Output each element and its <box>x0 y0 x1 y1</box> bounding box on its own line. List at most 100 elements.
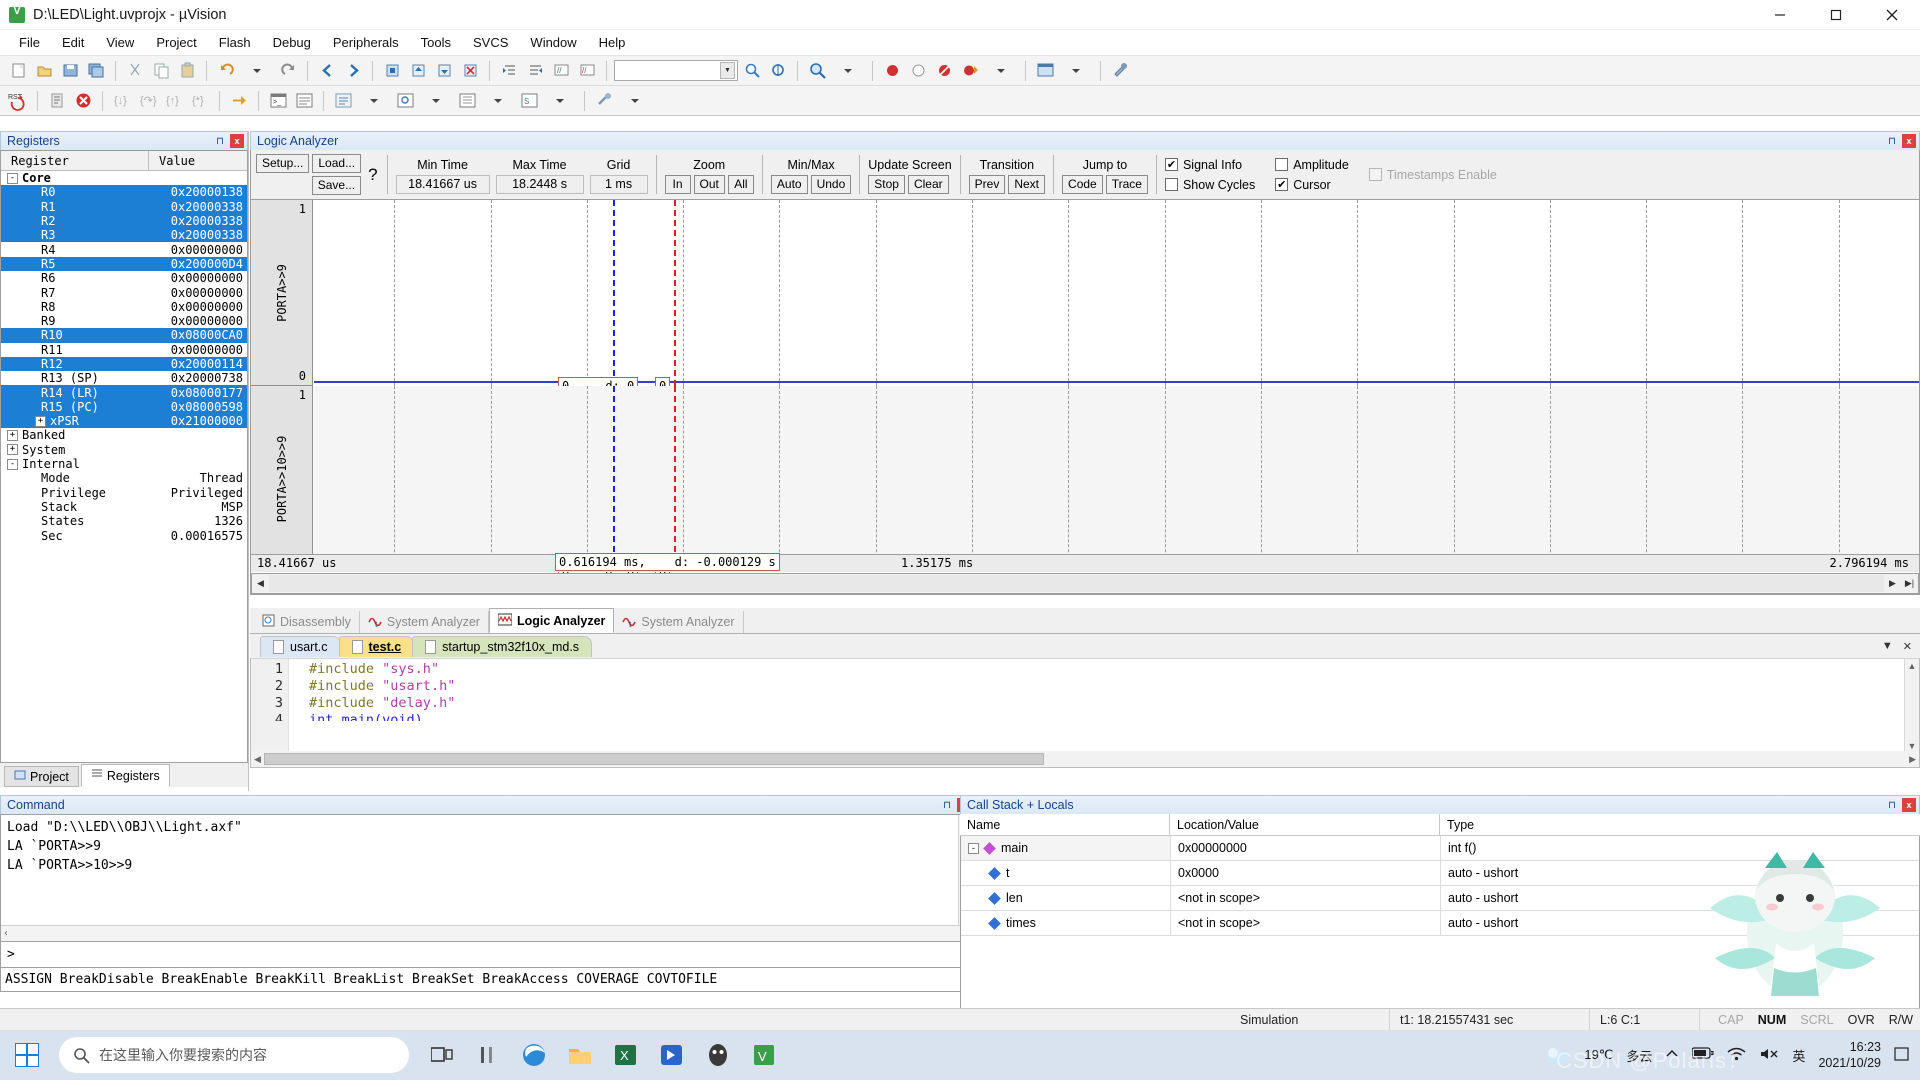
transition-prev-button[interactable]: Prev <box>968 175 1006 194</box>
find-combo[interactable]: ▼ <box>614 60 738 81</box>
save-button[interactable]: Save... <box>311 176 362 195</box>
scroll-down-icon[interactable]: ▼ <box>1905 741 1919 751</box>
editor-tab-startup-s[interactable]: startup_stm32f10x_md.s <box>412 635 593 657</box>
command-hscrollbar[interactable]: ‹ › <box>1 925 974 941</box>
register-row[interactable]: R6 0x00000000 <box>1 271 247 285</box>
analysis-dropdown-icon[interactable] <box>618 89 652 113</box>
keil-uvision-taskbar-icon[interactable]: V <box>747 1038 781 1072</box>
register-row[interactable]: R1 0x20000338 <box>1 199 247 214</box>
minmax-auto-button[interactable]: Auto <box>770 175 808 194</box>
step-over-icon[interactable]: {↷} <box>136 89 160 113</box>
cursor-blue-marker[interactable] <box>612 200 615 406</box>
register-row[interactable]: - Internal <box>1 457 247 471</box>
step-out-icon[interactable]: {↑} <box>162 89 186 113</box>
callstack-value-cell[interactable]: 0x0000 <box>1171 861 1441 885</box>
load-button[interactable]: Load... <box>312 154 362 173</box>
maximize-button[interactable] <box>1808 0 1864 30</box>
widgets-icon[interactable] <box>471 1038 505 1072</box>
menu-view[interactable]: View <box>95 32 145 53</box>
battery-icon[interactable] <box>1691 1047 1714 1063</box>
scroll-track[interactable] <box>269 575 1884 592</box>
show-next-statement-icon[interactable] <box>227 89 251 113</box>
symbols-dropdown-icon[interactable] <box>357 89 391 113</box>
register-row[interactable]: Sec 0.00016575 <box>1 528 247 543</box>
qq-icon[interactable] <box>701 1038 735 1072</box>
bookmark-prev-icon[interactable] <box>406 59 430 83</box>
register-row[interactable]: States 1326 <box>1 514 247 528</box>
paste-icon[interactable] <box>175 59 199 83</box>
excel-icon[interactable]: X <box>609 1038 643 1072</box>
taskbar-search-box[interactable]: 在这里输入你要搜索的内容 <box>59 1037 409 1073</box>
tab-registers[interactable]: Registers <box>80 764 170 787</box>
menu-peripherals[interactable]: Peripherals <box>322 32 410 53</box>
tab-list-chevron-icon[interactable]: ▼ <box>1882 640 1893 652</box>
wifi-icon[interactable] <box>1727 1047 1746 1064</box>
close-icon[interactable]: x <box>1902 134 1916 148</box>
tree-expander-icon[interactable]: - <box>7 458 18 470</box>
callstack-row[interactable]: - main 0x00000000 int f() <box>961 836 1919 861</box>
save-icon[interactable] <box>58 59 82 83</box>
pin-icon[interactable]: ⊓ <box>940 798 954 812</box>
callstack-value-cell[interactable]: 0x00000000 <box>1171 836 1441 860</box>
configure-icon[interactable] <box>1108 59 1132 83</box>
amplitude-checkbox[interactable]: Amplitude <box>1275 155 1349 175</box>
callstack-value-cell[interactable]: <not in scope> <box>1171 911 1441 935</box>
weather-icon[interactable] <box>1545 1044 1571 1067</box>
ime-indicator[interactable]: 英 <box>1792 1046 1805 1065</box>
taskbar-clock[interactable]: 16:23 2021/10/29 <box>1818 1039 1881 1071</box>
find-in-files-icon[interactable] <box>740 59 764 83</box>
tab-system-analyzer-2[interactable]: t System Analyzer <box>614 611 744 633</box>
pin-icon[interactable]: ⊓ <box>1885 798 1899 812</box>
register-row[interactable]: R2 0x20000338 <box>1 213 247 229</box>
register-row[interactable]: R11 0x00000000 <box>1 343 247 357</box>
register-row[interactable]: R14 (LR) 0x08000177 <box>1 385 247 400</box>
scroll-up-icon[interactable]: ▲ <box>1905 659 1919 671</box>
close-button[interactable] <box>1864 0 1920 30</box>
scroll-left-icon[interactable]: ◀ <box>252 575 269 592</box>
menu-svcs[interactable]: SVCS <box>462 32 519 53</box>
window-layout-dropdown-icon[interactable] <box>1059 59 1093 83</box>
file-explorer-icon[interactable] <box>563 1038 597 1072</box>
min-time-value[interactable]: 18.41667 us <box>395 175 490 194</box>
tray-expand-icon[interactable] <box>1665 1048 1679 1063</box>
zoom-out-button[interactable]: Out <box>693 175 725 194</box>
outdent-icon[interactable] <box>523 59 547 83</box>
analysis-tools-icon[interactable] <box>592 89 616 113</box>
breakpoint-dropdown-icon[interactable] <box>984 59 1018 83</box>
tree-expander-icon[interactable]: - <box>968 842 979 854</box>
menu-edit[interactable]: Edit <box>51 32 95 53</box>
waveform-track-porta9[interactable] <box>314 200 1919 406</box>
comment-icon[interactable]: // <box>549 59 573 83</box>
registers-tree[interactable]: Register Value - Core R0 0x20000138 R1 0x2000… <box>0 150 248 763</box>
save-all-icon[interactable] <box>84 59 108 83</box>
symbols-window-icon[interactable] <box>331 89 355 113</box>
menu-file[interactable]: File <box>8 32 51 53</box>
editor-tab-usart-c[interactable]: usart.c <box>260 635 341 657</box>
jump-trace-button[interactable]: Trace <box>1105 175 1148 194</box>
minimize-button[interactable] <box>1752 0 1808 30</box>
update-clear-button[interactable]: Clear <box>907 175 949 194</box>
signal-info-checkbox[interactable]: ✔ Signal Info <box>1164 155 1255 175</box>
volume-mute-icon[interactable] <box>1759 1047 1779 1064</box>
pin-icon[interactable]: ⊓ <box>213 134 227 148</box>
transition-next-button[interactable]: Next <box>1008 175 1046 194</box>
scroll-end-icon[interactable]: ▶| <box>1901 575 1918 592</box>
bookmark-next-icon[interactable] <box>432 59 456 83</box>
register-row[interactable]: Mode Thread <box>1 471 247 485</box>
callstack-row[interactable]: len <not in scope> auto - ushort <box>961 886 1919 911</box>
new-file-icon[interactable] <box>6 59 30 83</box>
register-row[interactable]: R3 0x20000338 <box>1 228 247 243</box>
register-row[interactable]: - Core <box>1 171 247 185</box>
tree-expander-icon[interactable]: + <box>35 415 46 427</box>
register-row[interactable]: R10 0x08000CA0 <box>1 328 247 343</box>
step-into-icon[interactable]: {↓} <box>110 89 134 113</box>
tab-project[interactable]: Project <box>4 766 79 787</box>
tree-expander-icon[interactable]: + <box>7 444 18 456</box>
watch-dropdown-icon[interactable] <box>419 89 453 113</box>
cut-icon[interactable] <box>123 59 147 83</box>
stop-debug-icon[interactable] <box>71 89 95 113</box>
cursor-red-marker[interactable] <box>673 386 676 572</box>
register-row[interactable]: R12 0x20000114 <box>1 356 247 372</box>
run-icon[interactable] <box>45 89 69 113</box>
cursor-blue-marker[interactable] <box>612 386 615 572</box>
